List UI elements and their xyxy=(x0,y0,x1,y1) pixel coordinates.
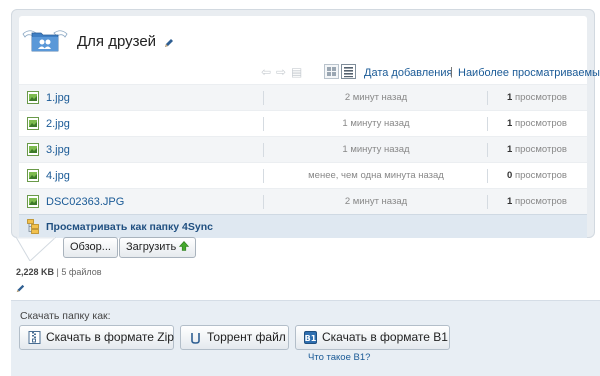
file-row[interactable]: 4.jpg менее, чем одна минута назад 0 про… xyxy=(19,162,587,188)
grid-view-icon xyxy=(327,67,336,76)
views-label: просмотров xyxy=(514,196,567,207)
what-is-b1-link[interactable]: Что такое B1? xyxy=(308,352,370,363)
folder-panel-inner: Для друзей ⇦ ⇨ ▤ Дата добавления | Наибо… xyxy=(19,16,600,238)
pencil-icon[interactable] xyxy=(163,38,174,49)
download-zip-label: Скачать в формате Zip xyxy=(46,330,174,344)
forward-arrow-icon[interactable]: ⇨ xyxy=(276,66,288,78)
column-divider xyxy=(487,169,488,183)
image-file-icon xyxy=(27,91,39,104)
file-list: 1.jpg 2 минут назад 1 просмотров 2.jpg 1… xyxy=(19,84,587,214)
download-torrent-label: Торрент файл xyxy=(207,330,286,344)
column-divider xyxy=(263,143,264,157)
upload-button-label: Загрузить xyxy=(125,241,177,253)
file-views: 1 просмотров xyxy=(507,118,567,129)
folder-up-icon[interactable]: ▤ xyxy=(291,66,303,78)
file-views: 1 просмотров xyxy=(507,92,567,103)
download-b1-label: Скачать в формате B1 xyxy=(322,330,448,344)
upload-button[interactable]: Загрузить xyxy=(118,237,197,258)
folder-summary: 2,228 KB | 5 файлов xyxy=(16,267,102,277)
zip-icon xyxy=(28,331,41,344)
image-file-icon xyxy=(27,169,39,182)
file-time: 1 минуту назад xyxy=(342,118,410,129)
file-time: 1 минуту назад xyxy=(342,144,410,155)
file-time: 2 минут назад xyxy=(344,196,408,207)
sort-separator: | xyxy=(450,66,453,78)
download-zip-button[interactable]: Скачать в формате Zip xyxy=(19,325,174,350)
up-arrow-icon xyxy=(179,241,190,251)
folder-size: 2,228 KB xyxy=(16,267,55,277)
folder-tree-icon xyxy=(27,219,39,234)
list-toolbar: ⇦ ⇨ ▤ Дата добавления | Наиболее просмат… xyxy=(19,64,600,82)
folder-title: Для друзей xyxy=(77,33,157,50)
views-label: просмотров xyxy=(514,118,567,129)
image-file-icon xyxy=(27,195,39,208)
views-label: просмотров xyxy=(514,144,567,155)
file-time: 2 минут назад xyxy=(344,92,408,103)
views-count: 1 xyxy=(507,144,513,155)
download-torrent-button[interactable]: Торрент файл xyxy=(180,325,289,350)
file-name-link[interactable]: DSC02363.JPG xyxy=(46,196,124,208)
views-count: 1 xyxy=(507,92,513,103)
download-section: Скачать папку как: Скачать в формате Zip… xyxy=(11,300,600,376)
column-divider xyxy=(487,117,488,131)
image-file-icon xyxy=(27,143,39,156)
views-label: просмотров xyxy=(514,92,567,103)
column-divider xyxy=(263,117,264,131)
download-heading: Скачать папку как: xyxy=(20,310,111,322)
download-b1-button[interactable]: B1 Скачать в формате B1 xyxy=(295,325,450,350)
file-views: 1 просмотров xyxy=(507,196,567,207)
list-view-button[interactable] xyxy=(341,64,356,79)
file-name-link[interactable]: 1.jpg xyxy=(46,92,70,104)
file-row[interactable]: DSC02363.JPG 2 минут назад 1 просмотров xyxy=(19,188,587,214)
folder-header: Для друзей xyxy=(19,16,587,58)
list-view-icon xyxy=(344,67,353,78)
torrent-icon xyxy=(191,333,200,344)
sort-by-date-link[interactable]: Дата добавления xyxy=(364,67,452,79)
image-file-icon xyxy=(27,117,39,130)
pencil-icon[interactable] xyxy=(16,284,25,293)
file-row[interactable]: 2.jpg 1 минуту назад 1 просмотров xyxy=(19,110,587,136)
upload-controls: Обзор... Загрузить xyxy=(63,237,197,258)
column-divider xyxy=(263,169,264,183)
file-time: менее, чем одна минута назад xyxy=(308,170,444,181)
column-divider xyxy=(487,195,488,209)
file-count: 5 файлов xyxy=(61,267,102,277)
file-name-link[interactable]: 2.jpg xyxy=(46,118,70,130)
svg-text:B1: B1 xyxy=(305,334,317,343)
panel-notch xyxy=(16,237,56,261)
summary-separator: | xyxy=(56,267,59,277)
folder-panel: Для друзей ⇦ ⇨ ▤ Дата добавления | Наибо… xyxy=(11,9,600,238)
browse-as-folder-bar[interactable]: Просматривать как папку 4Sync xyxy=(19,214,587,238)
file-name-link[interactable]: 4.jpg xyxy=(46,170,70,182)
column-divider xyxy=(487,91,488,105)
views-label: просмотров xyxy=(514,170,567,181)
b1-icon: B1 xyxy=(304,331,317,344)
grid-view-button[interactable] xyxy=(324,64,339,79)
back-arrow-icon[interactable]: ⇦ xyxy=(261,66,273,78)
views-count: 1 xyxy=(507,118,513,129)
column-divider xyxy=(487,143,488,157)
file-views: 0 просмотров xyxy=(507,170,567,181)
column-divider xyxy=(263,91,264,105)
views-count: 1 xyxy=(507,196,513,207)
file-row[interactable]: 1.jpg 2 минут назад 1 просмотров xyxy=(19,84,587,110)
file-name-link[interactable]: 3.jpg xyxy=(46,144,70,156)
shared-folder-icon xyxy=(22,30,68,52)
browse-as-folder-link[interactable]: Просматривать как папку 4Sync xyxy=(46,221,213,233)
column-divider xyxy=(263,195,264,209)
file-row[interactable]: 3.jpg 1 минуту назад 1 просмотров xyxy=(19,136,587,162)
file-views: 1 просмотров xyxy=(507,144,567,155)
sort-by-views-link[interactable]: Наиболее просматриваемые xyxy=(458,67,600,79)
views-count: 0 xyxy=(507,170,513,181)
browse-files-button[interactable]: Обзор... xyxy=(63,237,118,258)
